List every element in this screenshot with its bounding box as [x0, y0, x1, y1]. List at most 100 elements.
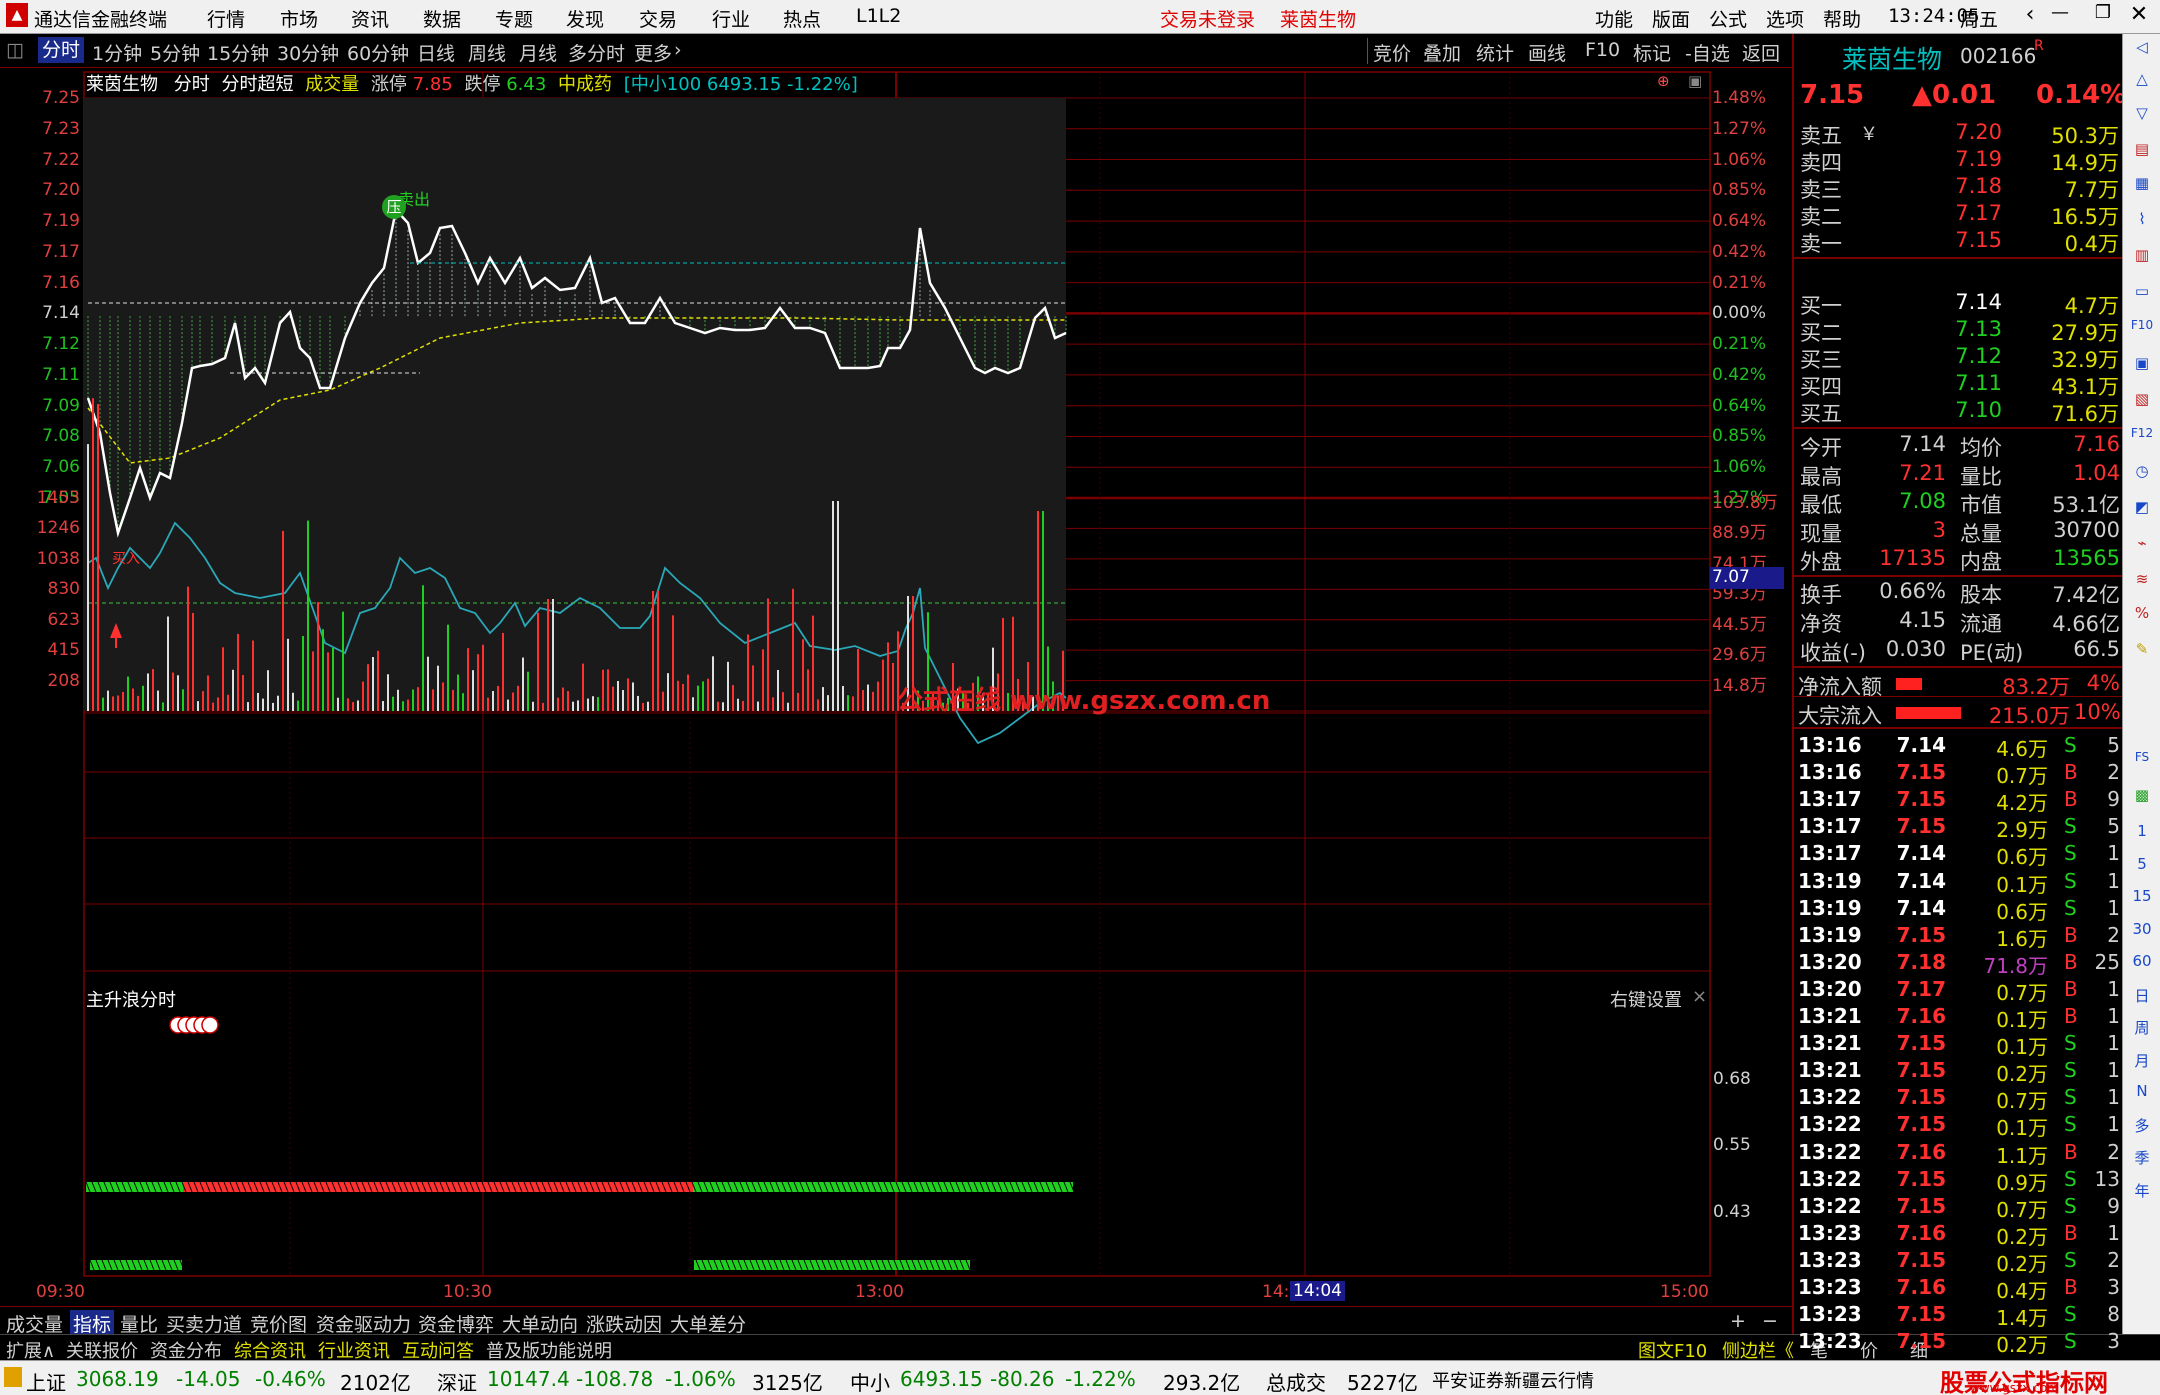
index-icon[interactable]: [4, 1367, 22, 1387]
f10-icon[interactable]: F10: [2129, 318, 2155, 342]
tick-row[interactable]: 13:20 7.18 71.8万 B 25: [1794, 950, 2124, 978]
bid-row[interactable]: 买三 7.12 32.9万: [1794, 344, 2124, 372]
sz-label[interactable]: 深证: [437, 1367, 477, 1395]
tab-buy-sell-force[interactable]: 买卖力道: [166, 1310, 242, 1337]
minimize-icon[interactable]: —: [2045, 2, 2075, 30]
period-30min[interactable]: 30分钟: [277, 39, 339, 66]
bid-row[interactable]: 买四 7.11 43.1万: [1794, 371, 2124, 399]
period-multi[interactable]: 多分时: [568, 39, 625, 66]
btn-overlay[interactable]: 叠加: [1423, 39, 1461, 66]
tab-price-cause[interactable]: 涨跌动因: [586, 1310, 662, 1337]
toolstrip-period[interactable]: 30: [2129, 920, 2155, 944]
percent-icon[interactable]: %: [2129, 604, 2155, 628]
btn-return[interactable]: 返回: [1742, 39, 1780, 66]
tick-row[interactable]: 13:23 7.15 0.2万 S 3: [1794, 1329, 2124, 1357]
ask-row[interactable]: 卖二 7.17 16.5万: [1794, 201, 2124, 229]
toolstrip-period[interactable]: 多: [2129, 1115, 2155, 1139]
pen-icon[interactable]: ✎: [2129, 640, 2155, 664]
toolstrip-period[interactable]: 15: [2129, 887, 2155, 911]
tick-row[interactable]: 13:22 7.15 0.7万 S 9: [1794, 1194, 2124, 1222]
period-fenshi[interactable]: 分时: [38, 37, 85, 63]
intraday-chart[interactable]: 莱茵生物 分时 分时超短 成交量 涨停 7.85 跌停 6.43 中成药 [中小…: [0, 68, 1792, 1302]
tick-row[interactable]: 13:23 7.16 0.2万 B 1: [1794, 1221, 2124, 1249]
tick-row[interactable]: 13:19 7.14 0.6万 S 1: [1794, 896, 2124, 924]
tick-row[interactable]: 13:21 7.15 0.1万 S 1: [1794, 1031, 2124, 1059]
period-more[interactable]: 更多: [634, 39, 672, 66]
sector-name[interactable]: 中成药: [558, 74, 612, 95]
period-month[interactable]: 月线: [519, 39, 557, 66]
menu-trade[interactable]: 交易: [639, 5, 677, 32]
toolstrip-period[interactable]: 1: [2129, 822, 2155, 846]
menu-data[interactable]: 数据: [423, 5, 461, 32]
quote-list-icon[interactable]: ▤: [2129, 140, 2155, 164]
back-icon[interactable]: ‹: [2015, 2, 2045, 30]
tick-row[interactable]: 13:22 7.15 0.9万 S 13: [1794, 1167, 2124, 1195]
ask-row[interactable]: 卖五 7.20 50.3万: [1794, 120, 2124, 148]
wave-icon[interactable]: ≋: [2129, 570, 2155, 594]
tab-big-order-diff[interactable]: 大单差分: [670, 1310, 746, 1337]
toolstrip-period[interactable]: 月: [2129, 1050, 2155, 1074]
period-15min[interactable]: 15分钟: [207, 39, 269, 66]
fs-icon[interactable]: FS: [2129, 750, 2155, 774]
tick-row[interactable]: 13:20 7.17 0.7万 B 1: [1794, 977, 2124, 1005]
menu-market[interactable]: 市场: [280, 5, 318, 32]
menu-l1l2[interactable]: L1L2: [856, 5, 901, 27]
green-icon[interactable]: ▩: [2129, 786, 2155, 810]
bid-row[interactable]: 买二 7.13 27.9万: [1794, 317, 2124, 345]
kline-icon[interactable]: ▥: [2129, 246, 2155, 270]
f12-icon[interactable]: F12: [2129, 426, 2155, 450]
bid-row[interactable]: 买五 7.10 71.6万: [1794, 398, 2124, 426]
tick-row[interactable]: 13:19 7.14 0.1万 S 1: [1794, 869, 2124, 897]
trend-icon[interactable]: ⌁: [2129, 534, 2155, 558]
tick-row[interactable]: 13:16 7.14 4.6万 S 5: [1794, 733, 2124, 761]
tick-row[interactable]: 13:21 7.15 0.2万 S 1: [1794, 1058, 2124, 1086]
toolstrip-period[interactable]: 年: [2129, 1180, 2155, 1204]
tick-row[interactable]: 13:17 7.15 2.9万 S 5: [1794, 814, 2124, 842]
chevron-right-icon[interactable]: ›: [674, 39, 682, 61]
tick-row[interactable]: 13:23 7.15 0.2万 S 2: [1794, 1248, 2124, 1276]
menu-function[interactable]: 功能: [1595, 5, 1633, 32]
tab-auction-chart[interactable]: 竞价图: [250, 1310, 307, 1337]
period-day[interactable]: 日线: [417, 39, 455, 66]
toolstrip-period[interactable]: 季: [2129, 1147, 2155, 1171]
sub-indicator-title[interactable]: 主升浪分时: [86, 986, 176, 1012]
sub-indicator-settings[interactable]: 右键设置: [1610, 986, 1682, 1012]
tab-big-order[interactable]: 大单动向: [502, 1310, 578, 1337]
menu-hot[interactable]: 热点: [783, 5, 821, 32]
tab-fund-game[interactable]: 资金博弈: [418, 1310, 494, 1337]
restore-icon[interactable]: ❐: [2088, 2, 2118, 30]
tab-indicator[interactable]: 指标: [70, 1310, 115, 1337]
tick-row[interactable]: 13:23 7.15 1.4万 S 8: [1794, 1302, 2124, 1330]
close-icon[interactable]: ✕: [2124, 2, 2154, 30]
chart-indicator[interactable]: 分时超短: [221, 74, 293, 95]
panel-toggle-icon[interactable]: ◫: [6, 39, 24, 61]
btn-draw[interactable]: 画线: [1528, 39, 1566, 66]
btn-auction[interactable]: 竞价: [1373, 39, 1411, 66]
tick-row[interactable]: 13:23 7.16 0.4万 B 3: [1794, 1275, 2124, 1303]
btn-stats[interactable]: 统计: [1476, 39, 1514, 66]
menu-discover[interactable]: 发现: [566, 5, 604, 32]
sh-label[interactable]: 上证: [26, 1367, 66, 1395]
login-notice[interactable]: 交易未登录: [1160, 5, 1255, 32]
btn-f10[interactable]: F10: [1585, 39, 1620, 61]
tab-volume-ratio[interactable]: 量比: [120, 1310, 158, 1337]
toolstrip-period[interactable]: 日: [2129, 985, 2155, 1009]
menu-news[interactable]: 资讯: [351, 5, 389, 32]
tick-row[interactable]: 13:17 7.14 0.6万 S 1: [1794, 841, 2124, 869]
period-60min[interactable]: 60分钟: [347, 39, 409, 66]
toolstrip-period[interactable]: 周: [2129, 1017, 2155, 1041]
chart2-icon[interactable]: ◩: [2129, 498, 2155, 522]
zoom-out-button[interactable]: −: [1762, 1310, 1778, 1332]
ask-row[interactable]: 卖四 7.19 14.9万: [1794, 147, 2124, 175]
ask-row[interactable]: 卖一 7.15 0.4万: [1794, 228, 2124, 256]
tick-row[interactable]: 13:19 7.15 1.6万 B 2: [1794, 923, 2124, 951]
clock-icon[interactable]: ◷: [2129, 462, 2155, 486]
menu-help[interactable]: 帮助: [1823, 5, 1861, 32]
menu-quote[interactable]: 行情: [207, 5, 245, 32]
tick-row[interactable]: 13:22 7.15 0.1万 S 1: [1794, 1112, 2124, 1140]
tick-row[interactable]: 13:17 7.15 4.2万 B 9: [1794, 787, 2124, 815]
period-1min[interactable]: 1分钟: [92, 39, 142, 66]
bid-row[interactable]: 买一 7.14 4.7万: [1794, 290, 2124, 318]
menu-layout[interactable]: 版面: [1652, 5, 1690, 32]
sub-indicator-close-icon[interactable]: ×: [1692, 986, 1707, 1007]
